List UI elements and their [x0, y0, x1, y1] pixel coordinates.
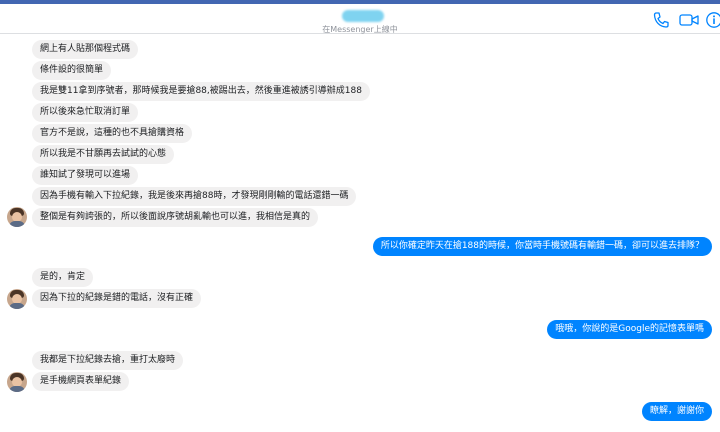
incoming-message: 因為下拉的紀錄是錯的電話，沒有正確: [32, 289, 202, 308]
incoming-message: 官方不是說，這種的也不具搶購資格: [32, 124, 193, 143]
outgoing-message: 所以你確定昨天在搶188的時候，你當時手機號碼有輸錯一碼，卻可以進去排隊？: [372, 237, 712, 256]
incoming-message: 是的，肯定: [32, 268, 94, 287]
info-icon[interactable]: [704, 11, 720, 29]
incoming-message: 條件設的很簡單: [32, 61, 112, 80]
contact-avatar[interactable]: [7, 372, 27, 392]
phone-icon[interactable]: [651, 11, 671, 29]
contact-avatar[interactable]: [7, 289, 27, 309]
incoming-message: 因為手機有輸入下拉紀錄，我是後來再搶88時，才發現剛剛輸的電話還錯一碼: [32, 187, 357, 206]
incoming-message: 我是雙11拿到序號者，那時候我是要搶88,被踢出去，然後重進被誘引導辦成188: [32, 82, 370, 101]
outgoing-message: 哦哦，你說的是Google的記憶表單嗎: [547, 320, 712, 339]
chat-header: 在Messenger上線中: [0, 4, 720, 34]
presence-status: 在Messenger上線中: [322, 25, 398, 34]
incoming-message: 整個是有夠誇張的，所以後面說序號胡亂輸也可以進，我相信是真的: [32, 208, 319, 227]
incoming-message: 我都是下拉紀錄去搶，重打太廢時: [32, 351, 184, 370]
message-list[interactable]: 網上有人貼那個程式碼 條件設的很簡單 我是雙11拿到序號者，那時候我是要搶88,…: [0, 35, 720, 432]
incoming-message: 所以我是不甘願再去試試的心態: [32, 145, 175, 164]
incoming-message: 所以後來急忙取消訂單: [32, 103, 139, 122]
video-camera-icon[interactable]: [678, 11, 700, 29]
contact-avatar[interactable]: [7, 207, 27, 227]
contact-name-redacted: [342, 10, 384, 22]
outgoing-message: 瞭解，謝謝你: [641, 402, 712, 421]
incoming-message: 誰知試了發現可以進場: [32, 166, 139, 185]
incoming-message: 是手機網頁表單紀錄: [32, 372, 130, 391]
incoming-message: 網上有人貼那個程式碼: [32, 40, 139, 59]
